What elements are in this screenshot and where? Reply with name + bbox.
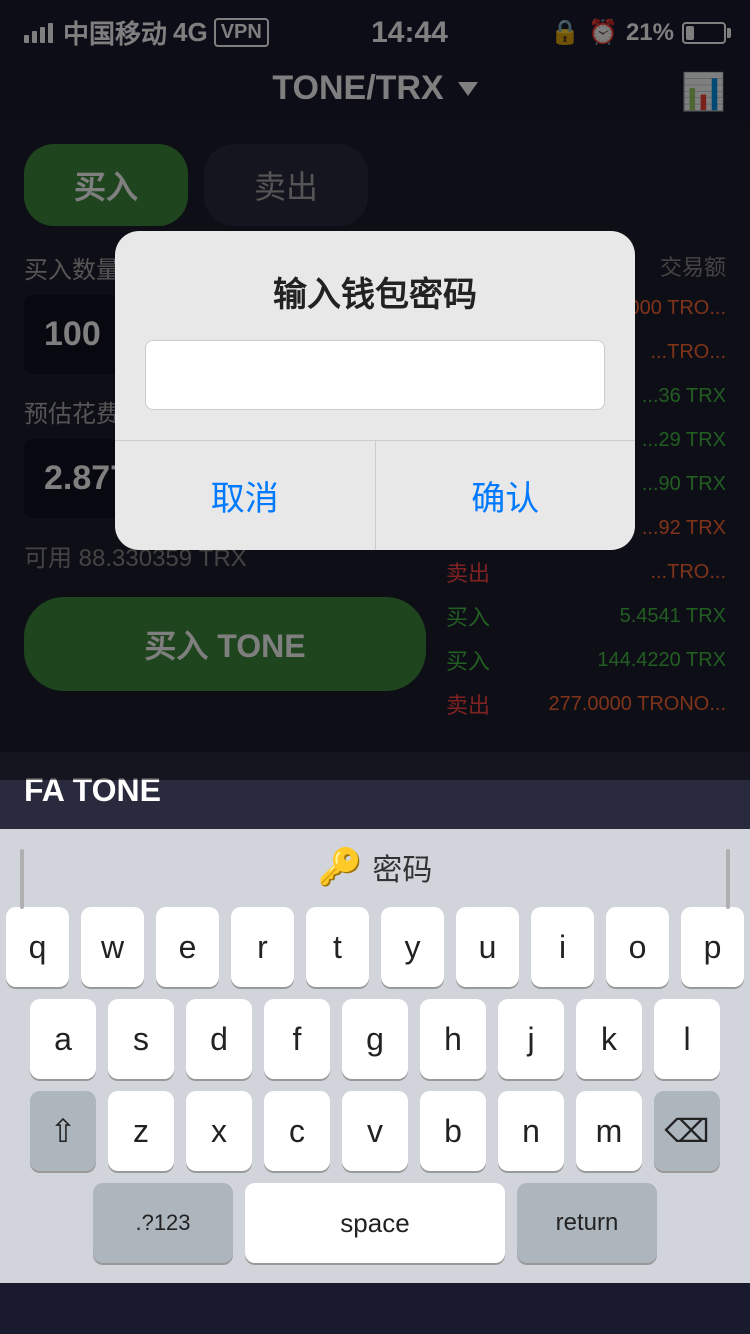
modal-buttons: 取消 确认 — [115, 440, 635, 550]
key-l[interactable]: l — [654, 999, 720, 1079]
keyboard-rows: q w e r t y u i o p a s d f g h j k l ⇧ … — [0, 901, 750, 1283]
password-label: 密码 — [372, 845, 432, 889]
key-h[interactable]: h — [420, 999, 486, 1079]
key-u[interactable]: u — [456, 907, 519, 987]
space-key[interactable]: space — [245, 1183, 505, 1263]
key-q[interactable]: q — [6, 907, 69, 987]
modal-overlay: 输入钱包密码 取消 确认 — [0, 0, 750, 780]
key-e[interactable]: e — [156, 907, 219, 987]
key-v[interactable]: v — [342, 1091, 408, 1171]
key-s[interactable]: s — [108, 999, 174, 1079]
shift-key[interactable]: ⇧ — [30, 1091, 96, 1171]
keyboard-area: 🔑 密码 q w e r t y u i o p a s d f g h j k — [0, 829, 750, 1283]
key-f[interactable]: f — [264, 999, 330, 1079]
keyboard-row-1: q w e r t y u i o p — [6, 907, 744, 987]
key-b[interactable]: b — [420, 1091, 486, 1171]
key-k[interactable]: k — [576, 999, 642, 1079]
key-z[interactable]: z — [108, 1091, 174, 1171]
key-d[interactable]: d — [186, 999, 252, 1079]
keyboard-row-2: a s d f g h j k l — [6, 999, 744, 1079]
key-o[interactable]: o — [606, 907, 669, 987]
key-g[interactable]: g — [342, 999, 408, 1079]
key-p[interactable]: p — [681, 907, 744, 987]
cancel-button[interactable]: 取消 — [115, 441, 376, 550]
key-j[interactable]: j — [498, 999, 564, 1079]
kb-left-bar — [20, 849, 24, 909]
return-key[interactable]: return — [517, 1183, 657, 1263]
num-switch-key[interactable]: .?123 — [93, 1183, 233, 1263]
key-r[interactable]: r — [231, 907, 294, 987]
key-t[interactable]: t — [306, 907, 369, 987]
keyboard-bottom-row: .?123 space return — [6, 1183, 744, 1283]
key-w[interactable]: w — [81, 907, 144, 987]
modal-title: 输入钱包密码 — [115, 231, 635, 340]
keyboard-password-label: 🔑 密码 — [318, 845, 433, 889]
keyboard-row-3: ⇧ z x c v b n m ⌫ — [6, 1091, 744, 1171]
delete-key[interactable]: ⌫ — [654, 1091, 720, 1171]
key-n[interactable]: n — [498, 1091, 564, 1171]
confirm-button[interactable]: 确认 — [376, 441, 636, 550]
key-x[interactable]: x — [186, 1091, 252, 1171]
key-icon: 🔑 — [318, 846, 363, 888]
key-i[interactable]: i — [531, 907, 594, 987]
keyboard-top-bar: 🔑 密码 — [0, 829, 750, 901]
key-m[interactable]: m — [576, 1091, 642, 1171]
kb-right-bar — [726, 849, 730, 909]
password-modal: 输入钱包密码 取消 确认 — [115, 231, 635, 550]
key-c[interactable]: c — [264, 1091, 330, 1171]
key-a[interactable]: a — [30, 999, 96, 1079]
key-y[interactable]: y — [381, 907, 444, 987]
password-input[interactable] — [145, 340, 605, 410]
